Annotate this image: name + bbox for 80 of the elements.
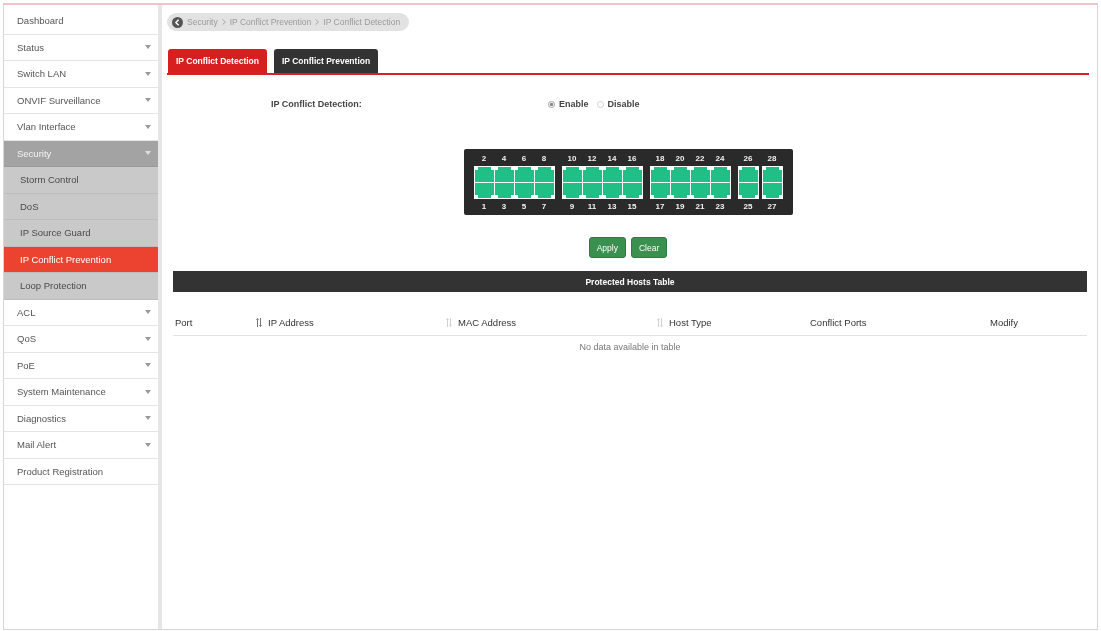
setting-label: IP Conflict Detection: [271,99,363,109]
sidebar-subitem[interactable]: Loop Protection [4,273,158,300]
ethernet-port-icon[interactable] [474,167,494,182]
ethernet-port-icon[interactable] [762,167,782,182]
ethernet-port-icon[interactable] [582,183,602,198]
port-number: 28 [766,153,778,164]
ethernet-port-icon[interactable] [494,183,514,198]
ethernet-port-icon[interactable] [710,183,730,198]
port-number: 9 [568,201,576,212]
port-number: 14 [606,153,618,164]
radio-option[interactable]: Disable [596,99,640,109]
ethernet-port-icon[interactable] [562,183,582,198]
sidebar-subitem[interactable]: IP Conflict Prevention [4,246,158,273]
column-header[interactable]: MAC Address [456,310,667,335]
port-number: 26 [742,153,754,164]
ethernet-port-icon[interactable] [670,183,690,198]
port-number: 5 [520,201,528,212]
port-number: 27 [766,201,778,212]
column-header: Conflict Ports [809,316,868,330]
radio-option[interactable]: Enable [548,99,589,109]
ethernet-port-icon[interactable] [582,167,602,182]
port-number: 19 [674,201,686,212]
ethernet-port-icon[interactable] [738,183,758,198]
port-number: 22 [694,153,706,164]
column-header[interactable]: IP Address [266,310,456,335]
port-number: 8 [540,153,548,164]
port-number: 7 [540,201,548,212]
ethernet-port-icon[interactable] [474,183,494,198]
port-number: 1 [480,201,488,212]
port-number: 20 [674,153,686,164]
chevron-icon [221,19,226,25]
ethernet-port-icon[interactable] [514,167,534,182]
sidebar-subitem[interactable]: Storm Control [4,167,158,194]
action-button[interactable]: Clear [630,237,668,258]
breadcrumb-item: IP Conflict Detection [323,17,401,27]
port-number: 3 [500,201,508,212]
tab[interactable]: IP Conflict Prevention [273,49,379,73]
ethernet-port-icon[interactable] [690,167,710,182]
port-number: 10 [566,153,578,164]
ethernet-port-icon[interactable] [602,183,622,198]
port-number: 15 [626,201,638,212]
table-title: Protected Hosts Table [173,271,1087,292]
column-header: Host Type [668,316,713,330]
ethernet-port-icon[interactable] [650,167,670,182]
ethernet-port-icon[interactable] [690,183,710,198]
ethernet-port-icon[interactable] [494,167,514,182]
ethernet-port-icon[interactable] [650,183,670,198]
empty-table-message: No data available in table [578,341,682,354]
port-number: 6 [520,153,528,164]
ethernet-port-icon[interactable] [710,167,730,182]
port-number: 21 [694,201,706,212]
ethernet-port-icon[interactable] [562,167,582,182]
port-number: 17 [654,201,666,212]
ethernet-port-icon[interactable] [622,167,642,182]
sidebar-subitem[interactable]: DoS [4,193,158,220]
action-button[interactable]: Apply [588,237,626,258]
column-header[interactable]: Port [173,310,266,335]
column-header: Modify [989,316,1019,330]
port-number: 13 [606,201,618,212]
port-number: 25 [742,201,754,212]
port-number: 11 [586,201,598,212]
ethernet-port-icon[interactable] [762,183,782,198]
chevron-icon [315,19,320,25]
ethernet-port-icon[interactable] [534,167,554,182]
ethernet-port-icon[interactable] [738,167,758,182]
port-number: 2 [480,153,488,164]
port-number: 18 [654,153,666,164]
arrow-circle-icon[interactable] [172,16,183,28]
port-number: 24 [714,153,726,164]
port-number: 12 [586,153,598,164]
port-number: 23 [714,201,726,212]
ethernet-port-icon[interactable] [670,167,690,182]
ethernet-port-icon[interactable] [622,183,642,198]
ethernet-port-icon[interactable] [602,167,622,182]
tab[interactable]: IP Conflict Detection [168,49,267,73]
port-number: 4 [500,153,508,164]
ethernet-port-icon[interactable] [514,183,534,198]
ethernet-port-icon[interactable] [534,183,554,198]
port-number: 16 [626,153,638,164]
sidebar-subitem[interactable]: IP Source Guard [4,220,158,247]
